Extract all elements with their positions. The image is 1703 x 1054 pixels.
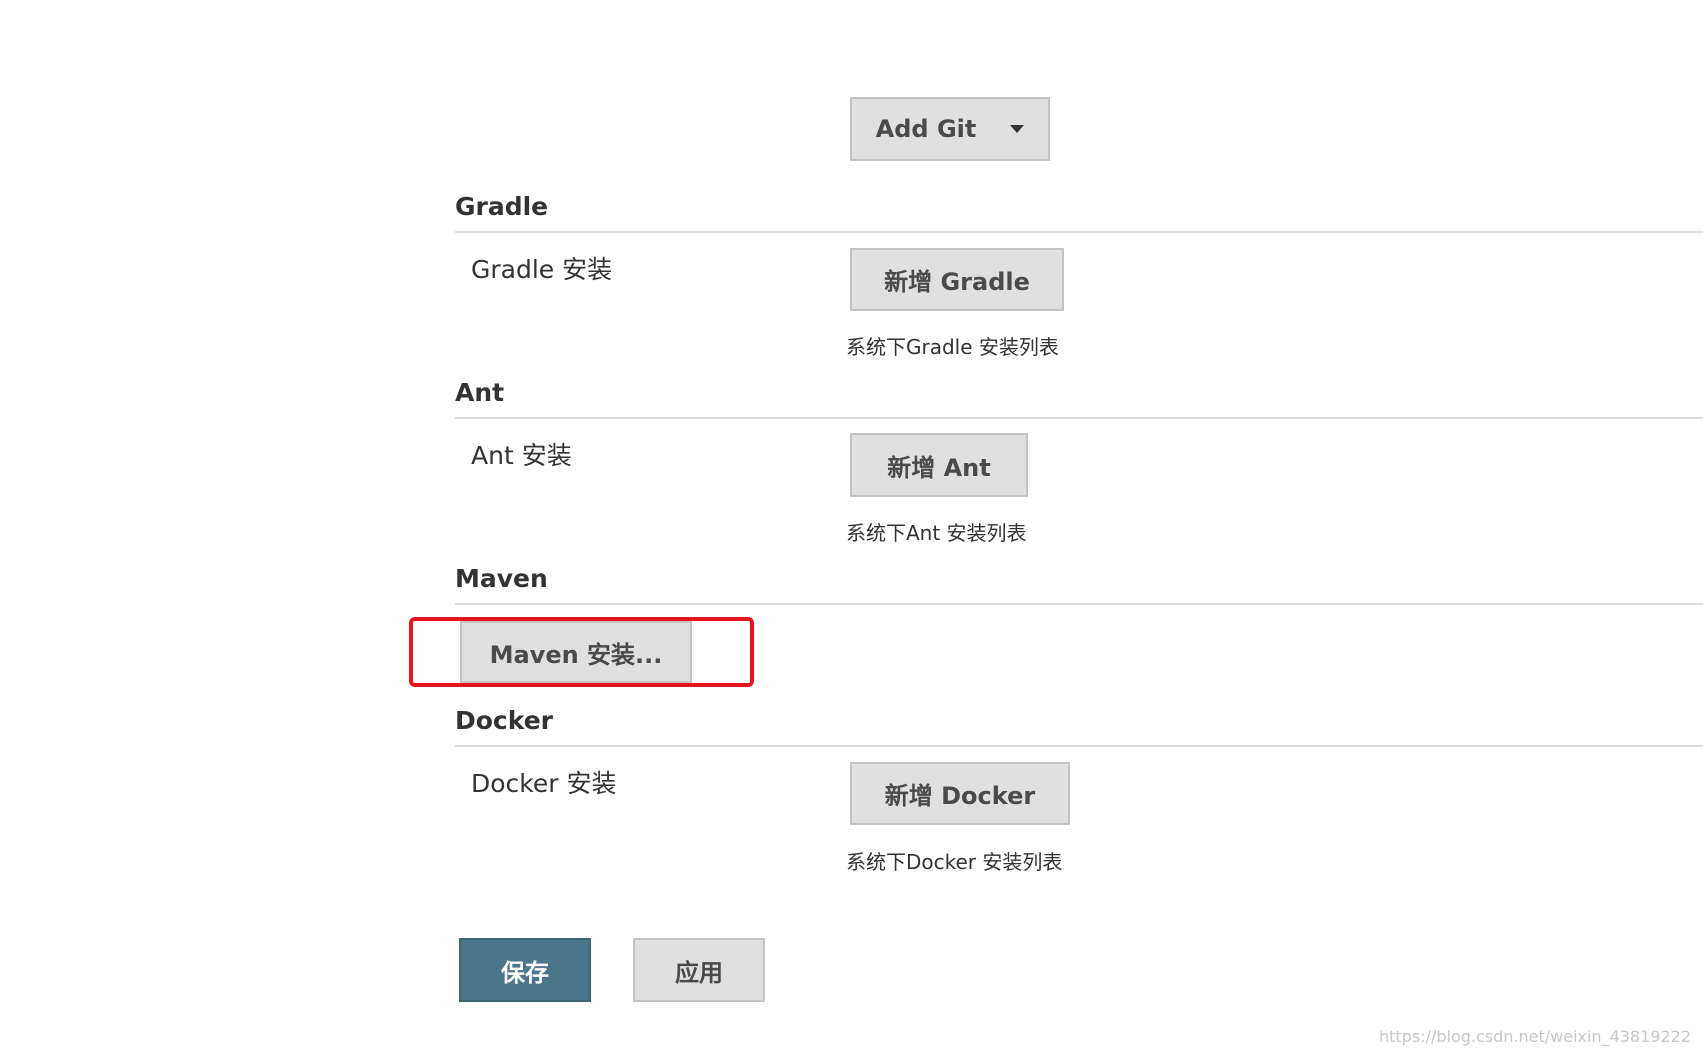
caret-down-icon (1010, 125, 1025, 133)
ant-help-text: 系统下Ant 安装列表 (846, 521, 1027, 545)
highlight-annotation-box (409, 617, 754, 687)
gradle-help-text: 系统下Gradle 安装列表 (846, 335, 1059, 359)
section-divider-docker (455, 745, 1703, 747)
section-divider-gradle (455, 231, 1703, 233)
section-title-docker: Docker (455, 706, 553, 735)
add-git-button[interactable]: Add Git (850, 97, 1050, 161)
add-git-label: Add Git (875, 115, 977, 143)
section-title-ant: Ant (455, 378, 505, 407)
ant-install-label: Ant 安装 (471, 441, 572, 470)
section-title-gradle: Gradle (455, 192, 549, 221)
docker-install-label: Docker 安装 (471, 769, 617, 798)
section-title-maven: Maven (455, 564, 548, 593)
add-ant-button[interactable]: 新增 Ant (850, 433, 1028, 497)
apply-button[interactable]: 应用 (633, 938, 765, 1002)
watermark-text: https://blog.csdn.net/weixin_43819222 (1378, 1027, 1691, 1046)
docker-help-text: 系统下Docker 安装列表 (846, 850, 1063, 874)
section-divider-ant (455, 417, 1703, 419)
add-gradle-button[interactable]: 新增 Gradle (850, 248, 1064, 311)
add-docker-button[interactable]: 新增 Docker (850, 762, 1070, 825)
gradle-install-label: Gradle 安装 (471, 255, 613, 284)
save-button[interactable]: 保存 (459, 938, 591, 1002)
section-divider-maven (455, 603, 1703, 605)
